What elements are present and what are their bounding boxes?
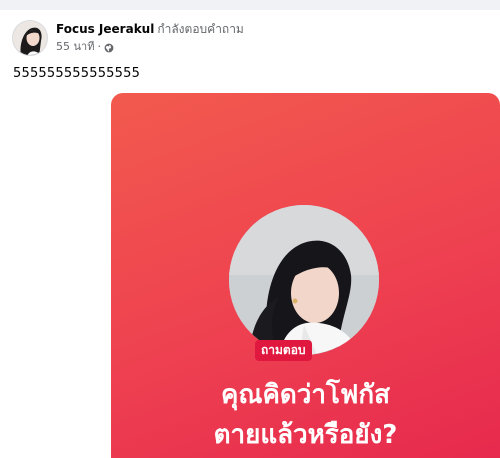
- avatar-image: [13, 21, 47, 55]
- post-meta: Focus Jeerakul กำลังตอบคำถาม 55 นาที ·: [56, 21, 244, 54]
- author-name[interactable]: Focus Jeerakul: [56, 22, 154, 36]
- author-line: Focus Jeerakul กำลังตอบคำถาม: [56, 21, 244, 37]
- qa-badge: ถามตอบ: [255, 340, 312, 361]
- separator-dot: ·: [97, 40, 101, 53]
- qa-card[interactable]: ถามตอบ คุณคิดว่าโฟกัส ตายแล้วหรือยัง?: [111, 93, 500, 458]
- globe-icon[interactable]: [104, 42, 114, 52]
- post-action: กำลังตอบคำถาม: [157, 22, 244, 36]
- post-header: Focus Jeerakul กำลังตอบคำถาม 55 นาที ·: [12, 20, 244, 56]
- qa-question-line-1: คุณคิดว่าโฟกัส: [221, 380, 390, 410]
- post-time-line: 55 นาที ·: [56, 39, 244, 54]
- post-text: 555555555555555: [13, 66, 141, 81]
- avatar[interactable]: [12, 20, 48, 56]
- qa-question: คุณคิดว่าโฟกัส ตายแล้วหรือยัง?: [111, 375, 500, 455]
- post-card: Focus Jeerakul กำลังตอบคำถาม 55 นาที · 55…: [0, 10, 500, 458]
- qa-profile-photo: [229, 205, 379, 355]
- post-timestamp[interactable]: 55 นาที: [56, 39, 94, 54]
- qa-question-line-2: ตายแล้วหรือยัง?: [213, 420, 398, 450]
